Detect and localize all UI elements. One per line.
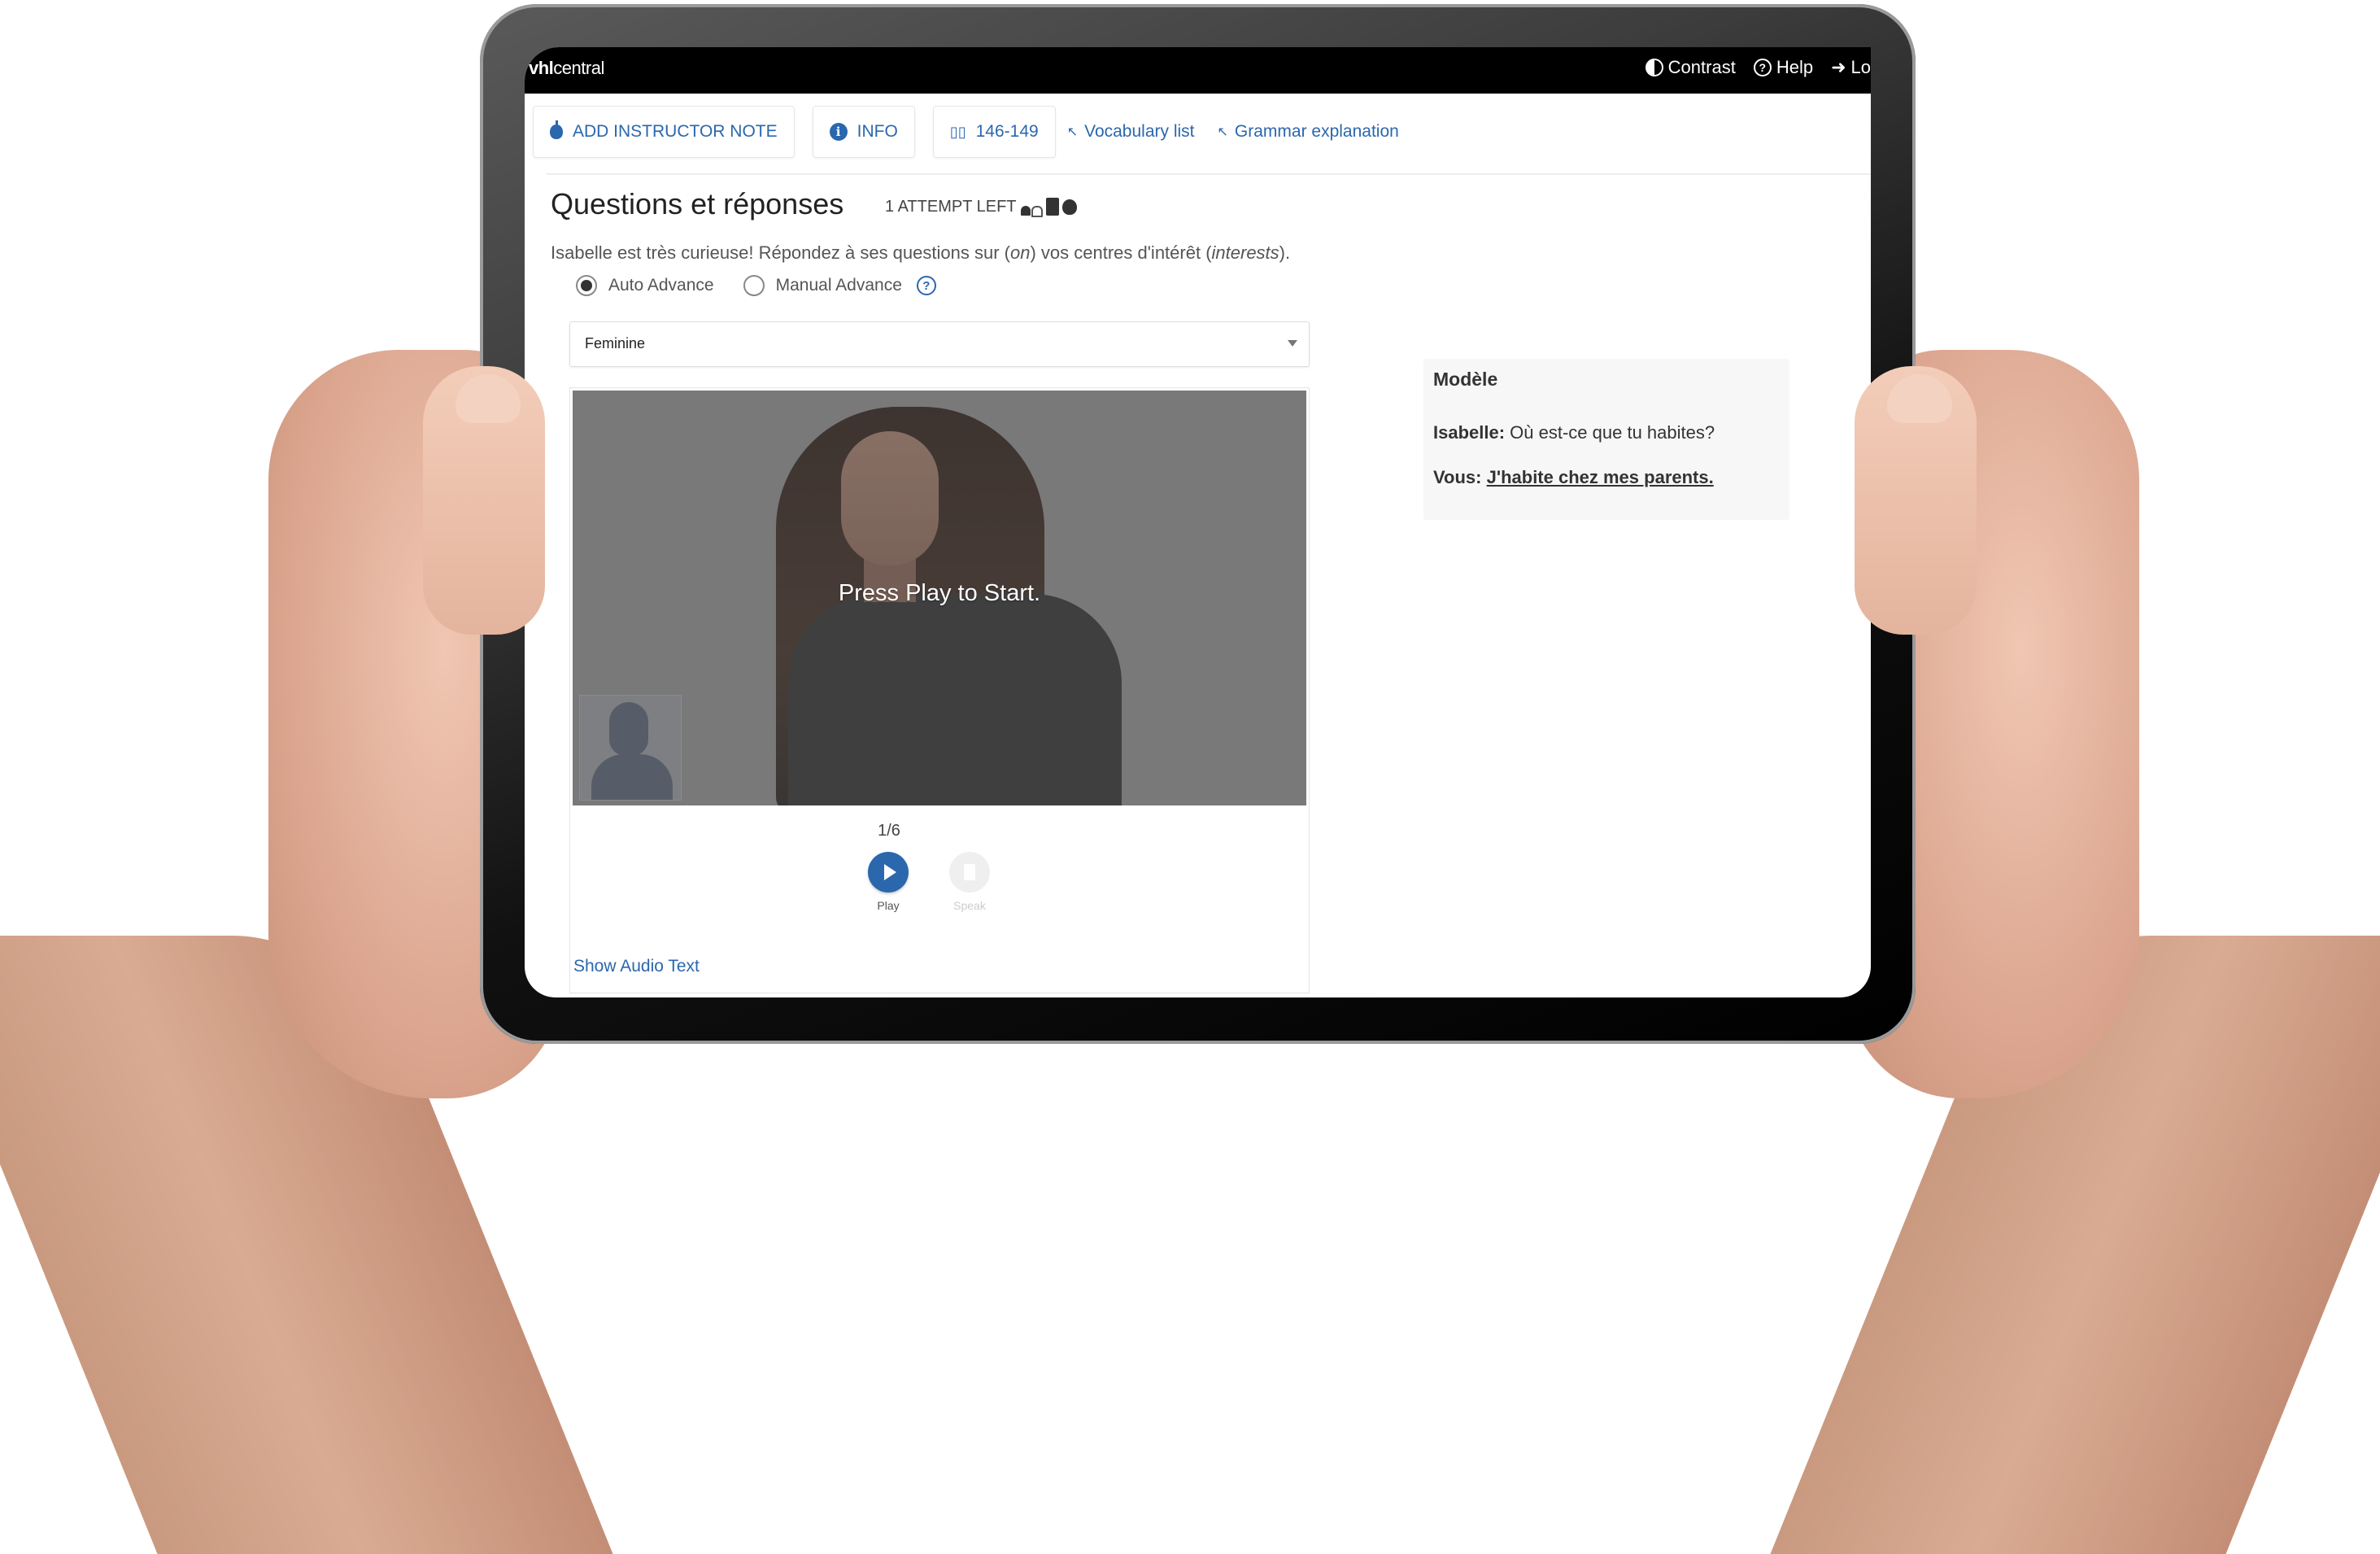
speak-label: Speak bbox=[953, 899, 986, 912]
top-bar: vhlcentral Contrast ? Help ➜ Lo bbox=[525, 47, 1871, 94]
speak-button[interactable] bbox=[949, 852, 990, 893]
textbook-icon bbox=[1045, 198, 1059, 216]
user-silhouette-shoulders bbox=[591, 754, 673, 800]
tablet-screen: vhlcentral Contrast ? Help ➜ Lo ADD INST… bbox=[525, 47, 1871, 997]
video-area[interactable]: Press Play to Start. bbox=[573, 391, 1306, 805]
partner-chat-icon bbox=[1020, 196, 1043, 217]
vhlcentral-logo[interactable]: vhlcentral bbox=[529, 58, 604, 79]
auto-advance-radio[interactable] bbox=[576, 275, 597, 296]
microphone-icon bbox=[964, 864, 975, 880]
apple-icon bbox=[550, 120, 563, 139]
contrast-icon bbox=[1645, 59, 1663, 76]
apple-icon bbox=[1061, 199, 1077, 215]
advance-mode-group: Auto Advance Manual Advance ? bbox=[576, 275, 936, 296]
contrast-label: Contrast bbox=[1667, 57, 1736, 77]
vocabulary-list-link[interactable]: ↖ Vocabulary list bbox=[1067, 122, 1195, 142]
auto-advance-label[interactable]: Auto Advance bbox=[608, 276, 714, 295]
logout-button[interactable]: ➜ Lo bbox=[1831, 57, 1871, 78]
player-controls: Play Speak bbox=[868, 852, 990, 912]
attempts-left: 1 ATTEMPT LEFT bbox=[885, 197, 1017, 216]
vocabulary-list-label: Vocabulary list bbox=[1084, 122, 1195, 141]
advance-help-icon[interactable]: ? bbox=[916, 276, 936, 295]
play-control: Play bbox=[868, 852, 909, 912]
external-arrow-icon: ↖ bbox=[1217, 125, 1228, 139]
model-question: Isabelle: Où est-ce que tu habites? bbox=[1433, 422, 1715, 443]
grammar-explanation-link[interactable]: ↖ Grammar explanation bbox=[1218, 122, 1399, 142]
top-actions: Contrast ? Help ➜ Lo bbox=[1645, 57, 1871, 78]
chevron-down-icon bbox=[1288, 340, 1297, 347]
logout-icon: ➜ bbox=[1831, 57, 1846, 77]
voice-select-value: Feminine bbox=[585, 335, 646, 351]
pages-button[interactable]: ▯▯ 146-149 bbox=[932, 106, 1056, 158]
video-player: Press Play to Start. 1/6 Play Speak bbox=[569, 387, 1310, 993]
activity-instructions: Isabelle est très curieuse! Répondez à s… bbox=[551, 242, 1291, 263]
model-title: Modèle bbox=[1433, 369, 1498, 390]
activity-toolbar: ADD INSTRUCTOR NOTE i INFO ▯▯ 146-149 ↖ … bbox=[533, 106, 1399, 158]
manual-advance-label[interactable]: Manual Advance bbox=[776, 276, 902, 295]
help-label: Help bbox=[1776, 57, 1814, 77]
add-instructor-note-label: ADD INSTRUCTOR NOTE bbox=[573, 122, 778, 141]
webcam-thumbnail bbox=[579, 695, 682, 801]
info-icon: i bbox=[829, 123, 848, 141]
show-audio-text-link[interactable]: Show Audio Text bbox=[573, 957, 700, 976]
voice-select[interactable]: Feminine bbox=[569, 321, 1310, 367]
add-instructor-note-button[interactable]: ADD INSTRUCTOR NOTE bbox=[533, 106, 795, 158]
grammar-explanation-label: Grammar explanation bbox=[1234, 122, 1399, 141]
help-button[interactable]: ? Help bbox=[1753, 57, 1814, 78]
external-arrow-icon: ↖ bbox=[1066, 125, 1079, 139]
press-play-message: Press Play to Start. bbox=[838, 580, 1041, 606]
info-label: INFO bbox=[857, 122, 898, 141]
contrast-button[interactable]: Contrast bbox=[1645, 57, 1736, 78]
model-box: Modèle Isabelle: Où est-ce que tu habite… bbox=[1423, 359, 1789, 520]
play-icon bbox=[883, 864, 896, 880]
toolbar-divider bbox=[547, 173, 1871, 175]
play-button[interactable] bbox=[868, 852, 909, 893]
attempts-badge: 1 ATTEMPT LEFT bbox=[885, 196, 1077, 217]
pages-label: 146-149 bbox=[975, 122, 1039, 141]
activity-title: Questions et réponses bbox=[551, 187, 844, 220]
book-icon: ▯▯ bbox=[949, 123, 966, 140]
info-button[interactable]: i INFO bbox=[812, 106, 915, 158]
play-label: Play bbox=[877, 899, 900, 912]
model-answer: Vous: J'habite chez mes parents. bbox=[1433, 467, 1714, 487]
help-icon: ? bbox=[1753, 59, 1772, 76]
user-silhouette-icon bbox=[609, 702, 648, 756]
question-counter: 1/6 bbox=[878, 822, 900, 840]
logout-label: Lo bbox=[1850, 57, 1871, 77]
manual-advance-radio[interactable] bbox=[743, 275, 765, 296]
speak-control: Speak bbox=[949, 852, 990, 912]
